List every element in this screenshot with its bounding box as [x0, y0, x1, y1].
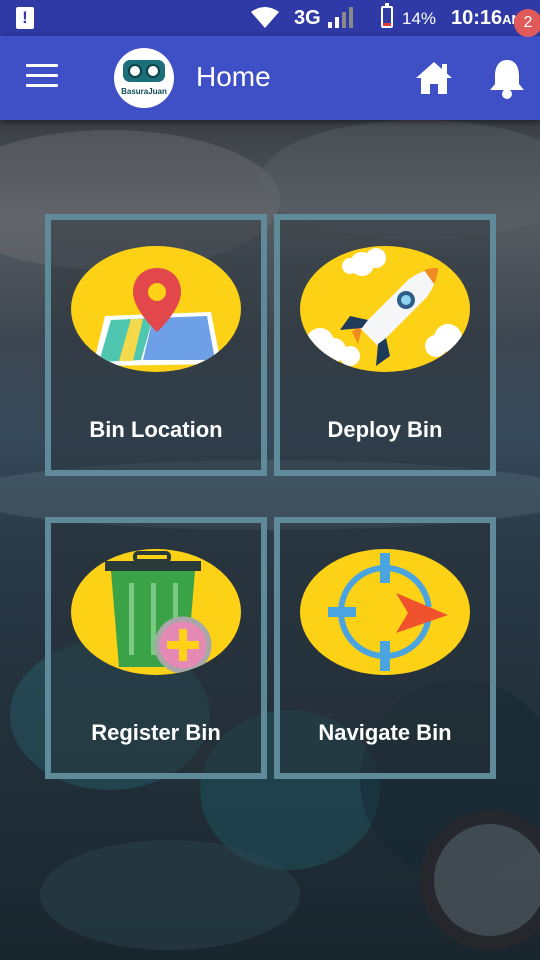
logo-eye — [146, 64, 160, 78]
deploy-bin-label: Deploy Bin — [327, 417, 443, 442]
page-title: Home — [196, 61, 271, 92]
network-type: 3G — [294, 7, 321, 29]
alert-icon — [16, 7, 34, 29]
notification-bell-icon[interactable] — [486, 56, 528, 100]
app-bar: BasuraJuan Home — [0, 36, 540, 120]
app-logo: BasuraJuan — [114, 48, 174, 108]
menu-line — [26, 64, 58, 67]
menu-button[interactable] — [26, 64, 58, 92]
navigate-bin-icon-circle — [300, 549, 470, 675]
bin-location-label: Bin Location — [89, 417, 223, 442]
navigation-target-icon — [328, 553, 448, 671]
navigate-bin-label: Navigate Bin — [318, 720, 452, 745]
register-bin-label: Register Bin — [91, 720, 221, 745]
battery-icon — [381, 3, 393, 28]
map-pin-icon — [93, 268, 221, 366]
clock: 10:16AM — [451, 7, 522, 30]
logo-text: BasuraJuan — [121, 87, 167, 96]
navigate-bin-tile[interactable]: Navigate Bin — [274, 517, 496, 779]
wifi-icon — [251, 7, 279, 28]
clock-time: 10:16 — [451, 7, 503, 29]
register-bin-tile[interactable]: Register Bin — [45, 517, 267, 779]
rocket-icon — [306, 248, 470, 366]
register-bin-icon-circle — [71, 549, 241, 675]
deploy-bin-icon-circle — [300, 246, 470, 372]
bin-location-tile[interactable]: Bin Location — [45, 214, 267, 476]
trash-bin-add-icon — [105, 551, 212, 674]
menu-line — [26, 84, 58, 87]
bin-location-icon-circle — [71, 246, 241, 372]
signal-icon — [328, 7, 353, 28]
battery-percent: 14% — [402, 9, 437, 28]
menu-line — [26, 74, 58, 77]
home-icon[interactable] — [414, 60, 454, 96]
logo-eye — [128, 64, 142, 78]
logo-robot-face — [123, 60, 165, 82]
notification-badge: 2 — [514, 9, 540, 37]
status-bar: 3G 14% 10:16AM — [0, 0, 540, 36]
bg-debris — [40, 840, 300, 950]
deploy-bin-tile[interactable]: Deploy Bin — [274, 214, 496, 476]
